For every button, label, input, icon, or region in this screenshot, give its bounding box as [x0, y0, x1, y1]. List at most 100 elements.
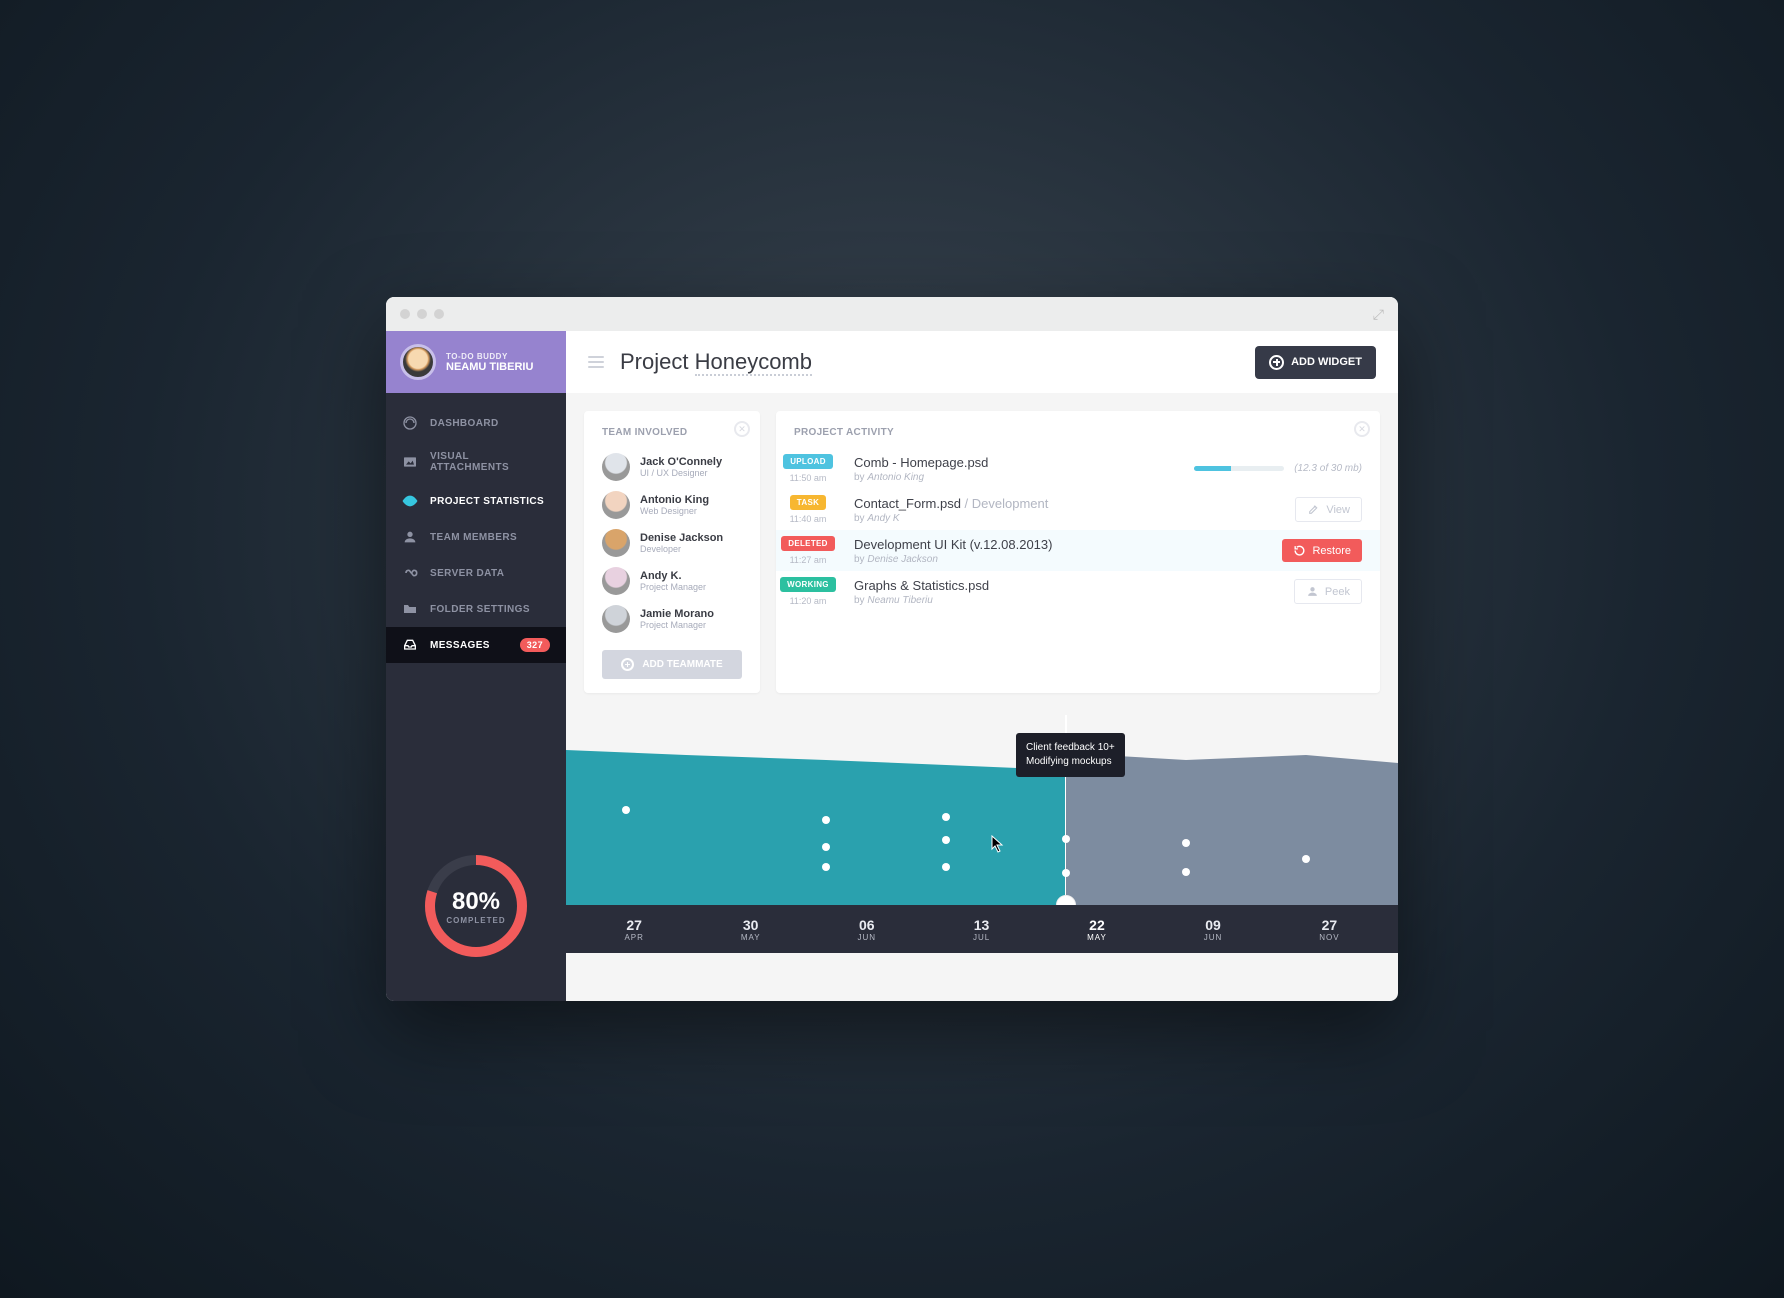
activity-title: Development UI Kit (v.12.08.2013) — [854, 537, 1268, 552]
add-teammate-button[interactable]: ADD TEAMMATE — [602, 650, 742, 679]
activity-row[interactable]: UPLOAD 11:50 am Comb - Homepage.psd by A… — [776, 448, 1380, 489]
menu-icon[interactable] — [588, 353, 604, 371]
timeline-tick[interactable]: 27APR — [624, 917, 643, 942]
member-name: Antonio King — [640, 494, 709, 506]
eye-icon — [402, 493, 418, 509]
activity-time: 11:50 am — [790, 473, 827, 483]
team-card: ✕ TEAM INVOLVED Jack O'Connely UI / UX D… — [584, 411, 760, 693]
completion-label: COMPLETED — [446, 916, 505, 925]
close-window-dot[interactable] — [400, 309, 410, 319]
activity-author: by Antonio King — [854, 472, 1180, 483]
close-icon[interactable]: ✕ — [1354, 421, 1370, 437]
avatar — [602, 491, 630, 519]
infinity-icon — [402, 565, 418, 581]
nav-label: FOLDER SETTINGS — [430, 604, 530, 615]
activity-author: by Andy K — [854, 513, 1281, 524]
messages-badge: 327 — [520, 638, 550, 652]
inbox-icon — [402, 637, 418, 653]
team-member[interactable]: Andy K. Project Manager — [584, 562, 760, 600]
activity-time: 11:20 am — [790, 596, 827, 606]
window-titlebar: ⤢ — [386, 297, 1398, 331]
member-name: Jamie Morano — [640, 608, 714, 620]
member-role: Project Manager — [640, 620, 714, 630]
add-teammate-label: ADD TEAMMATE — [642, 659, 722, 670]
member-role: UI / UX Designer — [640, 468, 722, 478]
user-name: NEAMU TIBERIU — [446, 361, 533, 373]
avatar — [602, 453, 630, 481]
avatar — [602, 529, 630, 557]
nav-label: MESSAGES — [430, 640, 490, 651]
completion-widget: 80% COMPLETED — [386, 821, 566, 1001]
nav-folder-settings[interactable]: FOLDER SETTINGS — [386, 591, 566, 627]
area-chart-icon[interactable] — [566, 715, 1398, 905]
timeline-tick[interactable]: 22MAY — [1087, 917, 1107, 942]
activity-time: 11:27 am — [790, 555, 827, 565]
completion-percent: 80% — [452, 888, 500, 916]
member-name: Andy K. — [640, 570, 706, 582]
team-member[interactable]: Jack O'Connely UI / UX Designer — [584, 448, 760, 486]
nav-dashboard[interactable]: DASHBOARD — [386, 405, 566, 441]
timeline-axis: 27APR 30MAY 06JUN 13JUL 22MAY 09JUN 27NOV — [566, 905, 1398, 953]
view-button[interactable]: View — [1295, 497, 1362, 522]
timeline-tick[interactable]: 13JUL — [973, 917, 990, 942]
page-header: Project Honeycomb ADD WIDGET — [566, 331, 1398, 393]
nav-label: TEAM MEMBERS — [430, 532, 517, 543]
avatar — [602, 605, 630, 633]
add-widget-button[interactable]: ADD WIDGET — [1255, 346, 1376, 379]
restore-icon — [1293, 544, 1306, 557]
nav-label: VISUAL ATTACHMENTS — [430, 451, 550, 473]
activity-card: ✕ PROJECT ACTIVITY UPLOAD 11:50 am Comb … — [776, 411, 1380, 693]
nav-team-members[interactable]: TEAM MEMBERS — [386, 519, 566, 555]
cursor-icon — [991, 835, 1005, 853]
nav-project-statistics[interactable]: PROJECT STATISTICS — [386, 483, 566, 519]
activity-title: Contact_Form.psd / Development — [854, 496, 1281, 511]
member-role: Web Designer — [640, 506, 709, 516]
chart-area: Client feedback 10+ Modifying mockups 27… — [566, 711, 1398, 953]
team-member[interactable]: Denise Jackson Developer — [584, 524, 760, 562]
expand-icon[interactable]: ⤢ — [1373, 306, 1384, 323]
user-icon — [402, 529, 418, 545]
activity-row[interactable]: DELETED 11:27 am Development UI Kit (v.1… — [776, 530, 1380, 571]
zoom-window-dot[interactable] — [434, 309, 444, 319]
timeline-tick[interactable]: 06JUN — [857, 917, 876, 942]
activity-author: by Denise Jackson — [854, 554, 1268, 565]
nav-visual-attachments[interactable]: VISUAL ATTACHMENTS — [386, 441, 566, 483]
timeline-tick[interactable]: 27NOV — [1319, 917, 1339, 942]
folder-icon — [402, 601, 418, 617]
close-icon[interactable]: ✕ — [734, 421, 750, 437]
chart-tooltip: Client feedback 10+ Modifying mockups — [1016, 733, 1125, 777]
activity-row[interactable]: WORKING 11:20 am Graphs & Statistics.psd… — [776, 571, 1380, 612]
timeline-tick[interactable]: 30MAY — [741, 917, 761, 942]
upload-progress — [1194, 466, 1284, 471]
main-panel: Project Honeycomb ADD WIDGET ✕ TEAM INVO… — [566, 331, 1398, 1001]
activity-title: Comb - Homepage.psd — [854, 455, 1180, 470]
user-block[interactable]: TO-DO BUDDY NEAMU TIBERIU — [386, 331, 566, 393]
edit-icon — [1307, 503, 1320, 516]
peek-button[interactable]: Peek — [1294, 579, 1362, 604]
traffic-lights — [400, 309, 444, 319]
team-member[interactable]: Jamie Morano Project Manager — [584, 600, 760, 638]
upload-size: (12.3 of 30 mb) — [1294, 463, 1362, 474]
minimize-window-dot[interactable] — [417, 309, 427, 319]
page-title: Project Honeycomb — [620, 349, 812, 375]
member-role: Project Manager — [640, 582, 706, 592]
nav-server-data[interactable]: SERVER DATA — [386, 555, 566, 591]
member-role: Developer — [640, 544, 723, 554]
plus-circle-icon — [1269, 355, 1284, 370]
timeline-tick[interactable]: 09JUN — [1204, 917, 1223, 942]
activity-title: Graphs & Statistics.psd — [854, 578, 1280, 593]
activity-tag: UPLOAD — [783, 454, 833, 469]
member-name: Jack O'Connely — [640, 456, 722, 468]
activity-tag: WORKING — [780, 577, 836, 592]
dashboard-icon — [402, 415, 418, 431]
user-icon — [1306, 585, 1319, 598]
avatar — [602, 567, 630, 595]
activity-tag: TASK — [790, 495, 826, 510]
image-icon — [402, 454, 418, 470]
nav-messages[interactable]: MESSAGES 327 — [386, 627, 566, 663]
team-member[interactable]: Antonio King Web Designer — [584, 486, 760, 524]
app-name: TO-DO BUDDY — [446, 352, 533, 361]
activity-row[interactable]: TASK 11:40 am Contact_Form.psd / Develop… — [776, 489, 1380, 530]
activity-tag: DELETED — [781, 536, 834, 551]
restore-button[interactable]: Restore — [1282, 539, 1362, 562]
